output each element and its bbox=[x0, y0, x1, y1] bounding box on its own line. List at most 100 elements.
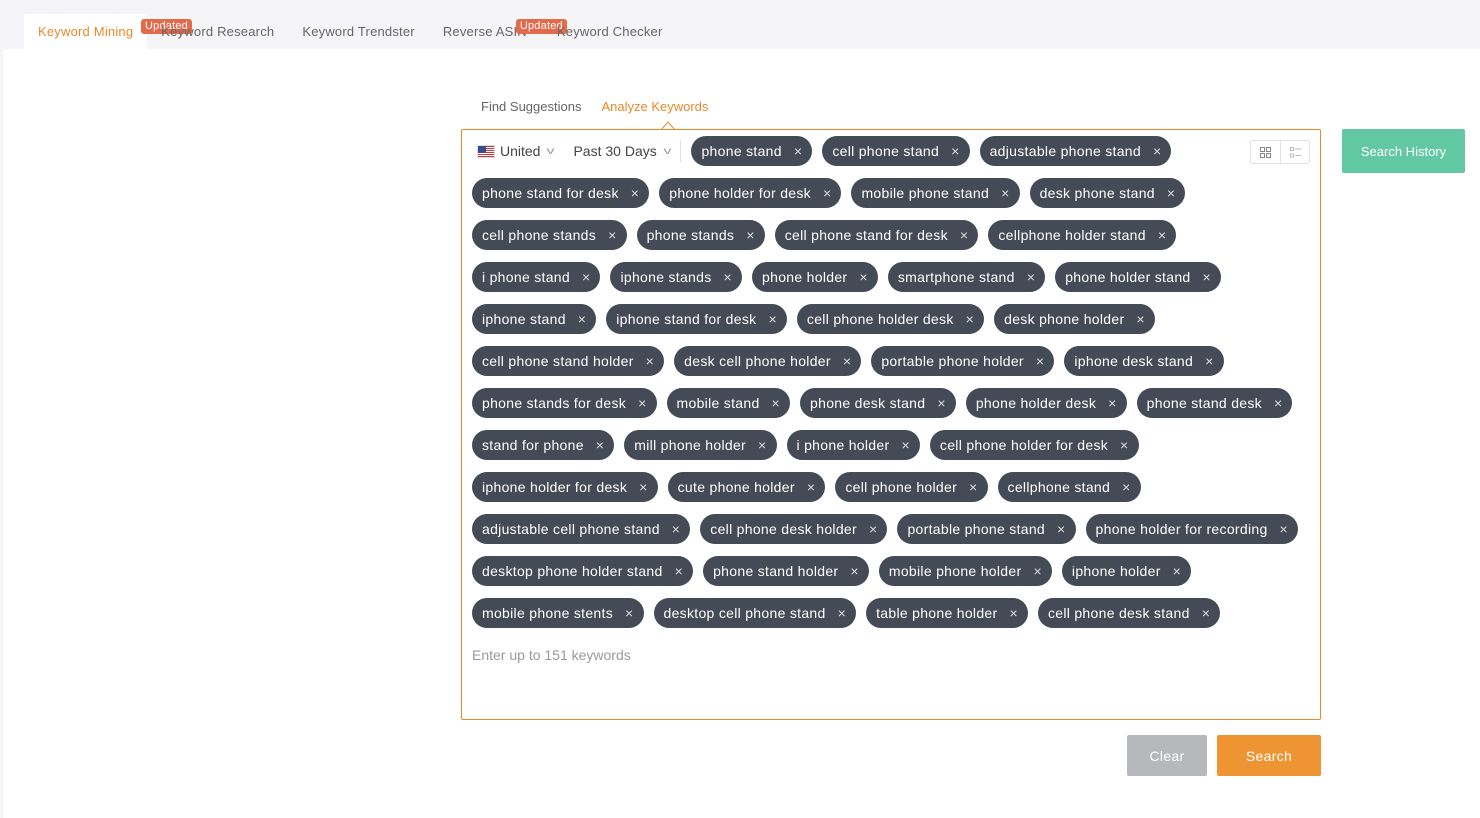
search-button[interactable]: Search bbox=[1217, 735, 1321, 776]
keyword-tag: mobile phone stand × bbox=[851, 178, 1020, 208]
list-view-button[interactable] bbox=[1280, 141, 1309, 163]
grid-view-button[interactable] bbox=[1251, 141, 1280, 163]
remove-tag-icon[interactable]: × bbox=[1009, 605, 1017, 621]
keyword-tag: portable phone holder × bbox=[871, 346, 1055, 376]
remove-tag-icon[interactable]: × bbox=[1205, 353, 1213, 369]
remove-tag-icon[interactable]: × bbox=[794, 143, 802, 159]
keyword-tag-label: desktop cell phone stand bbox=[663, 605, 826, 621]
remove-tag-icon[interactable]: × bbox=[859, 269, 867, 285]
remove-tag-icon[interactable]: × bbox=[1202, 605, 1210, 621]
keyword-tag: phone holder × bbox=[752, 262, 878, 292]
chevron-down-icon: v bbox=[663, 145, 672, 157]
remove-tag-icon[interactable]: × bbox=[638, 395, 646, 411]
remove-tag-icon[interactable]: × bbox=[1274, 395, 1282, 411]
remove-tag-icon[interactable]: × bbox=[582, 269, 590, 285]
list-view-icon bbox=[1289, 146, 1301, 157]
tab-label: Keyword Checker bbox=[556, 24, 663, 39]
remove-tag-icon[interactable]: × bbox=[1033, 563, 1041, 579]
keyword-tag-label: cell phone desk holder bbox=[710, 521, 857, 537]
keyword-tag-label: phone holder desk bbox=[975, 395, 1097, 411]
remove-tag-icon[interactable]: × bbox=[1167, 185, 1175, 201]
keyword-tag: mobile phone stents × bbox=[472, 598, 644, 628]
keyword-tag-label: desk phone holder bbox=[1004, 311, 1125, 327]
subtab-analyze-keywords[interactable]: Analyze Keywords bbox=[601, 99, 708, 114]
tab-label: Keyword Research bbox=[161, 24, 275, 39]
chevron-down-icon: v bbox=[546, 145, 555, 157]
keyword-tag: i phone holder × bbox=[786, 430, 920, 460]
remove-tag-icon[interactable]: × bbox=[646, 353, 654, 369]
remove-tag-icon[interactable]: × bbox=[631, 185, 639, 201]
keyword-tag-label: adjustable cell phone stand bbox=[482, 521, 660, 537]
remove-tag-icon[interactable]: × bbox=[758, 437, 766, 453]
remove-tag-icon[interactable]: × bbox=[1153, 143, 1161, 159]
search-history-button[interactable]: Search History bbox=[1342, 129, 1465, 173]
keyword-tag: stand for phone × bbox=[472, 430, 615, 460]
tab-keyword-research[interactable]: Keyword Research bbox=[147, 14, 288, 49]
remove-tag-icon[interactable]: × bbox=[966, 311, 974, 327]
country-select[interactable]: United v bbox=[472, 136, 555, 166]
remove-tag-icon[interactable]: × bbox=[1158, 227, 1166, 243]
tab-keyword-mining[interactable]: Keyword Mining Updated bbox=[24, 14, 192, 49]
remove-tag-icon[interactable]: × bbox=[639, 479, 647, 495]
remove-tag-icon[interactable]: × bbox=[596, 437, 604, 453]
remove-tag-icon[interactable]: × bbox=[672, 521, 680, 537]
keyword-input[interactable] bbox=[472, 640, 772, 670]
remove-tag-icon[interactable]: × bbox=[724, 269, 732, 285]
remove-tag-icon[interactable]: × bbox=[807, 479, 815, 495]
remove-tag-icon[interactable]: × bbox=[608, 227, 616, 243]
remove-tag-icon[interactable]: × bbox=[951, 143, 959, 159]
remove-tag-icon[interactable]: × bbox=[1203, 269, 1211, 285]
remove-tag-icon[interactable]: × bbox=[578, 311, 586, 327]
remove-tag-icon[interactable]: × bbox=[772, 395, 780, 411]
remove-tag-icon[interactable]: × bbox=[843, 353, 851, 369]
keyword-tag-label: cell phone stand holder bbox=[482, 353, 634, 369]
remove-tag-icon[interactable]: × bbox=[1120, 437, 1128, 453]
remove-tag-icon[interactable]: × bbox=[937, 395, 945, 411]
keyword-tag-label: iphone holder bbox=[1071, 563, 1161, 579]
remove-tag-icon[interactable]: × bbox=[901, 437, 909, 453]
keyword-tag: portable phone stand × bbox=[897, 514, 1076, 544]
remove-tag-icon[interactable]: × bbox=[625, 605, 633, 621]
remove-tag-icon[interactable]: × bbox=[969, 479, 977, 495]
keyword-tag: phone stand holder × bbox=[703, 556, 869, 586]
remove-tag-icon[interactable]: × bbox=[838, 605, 846, 621]
remove-tag-icon[interactable]: × bbox=[1122, 479, 1130, 495]
remove-tag-icon[interactable]: × bbox=[675, 563, 683, 579]
keyword-tag-label: portable phone holder bbox=[881, 353, 1024, 369]
remove-tag-icon[interactable]: × bbox=[746, 227, 754, 243]
remove-tag-icon[interactable]: × bbox=[823, 185, 831, 201]
period-select[interactable]: Past 30 Days v bbox=[573, 136, 672, 166]
keyword-tag: iphone stands × bbox=[610, 262, 743, 292]
keyword-tag-label: mobile phone stand bbox=[861, 185, 990, 201]
remove-tag-icon[interactable]: × bbox=[960, 227, 968, 243]
clear-button[interactable]: Clear bbox=[1127, 735, 1207, 776]
keyword-tag: adjustable cell phone stand × bbox=[472, 514, 691, 544]
remove-tag-icon[interactable]: × bbox=[1108, 395, 1116, 411]
subtab-find-suggestions[interactable]: Find Suggestions bbox=[481, 99, 581, 114]
remove-tag-icon[interactable]: × bbox=[768, 311, 776, 327]
remove-tag-icon[interactable]: × bbox=[1280, 521, 1288, 537]
keyword-tag: phone stand for desk × bbox=[472, 178, 650, 208]
remove-tag-icon[interactable]: × bbox=[1001, 185, 1009, 201]
keyword-tag: cell phone stand × bbox=[822, 136, 970, 166]
remove-tag-icon[interactable]: × bbox=[1027, 269, 1035, 285]
remove-tag-icon[interactable]: × bbox=[1057, 521, 1065, 537]
tab-reverse-asin[interactable]: Reverse ASIN Updated bbox=[429, 14, 567, 49]
remove-tag-icon[interactable]: × bbox=[850, 563, 858, 579]
keyword-tag-label: phone stand for desk bbox=[482, 185, 619, 201]
keyword-input-box[interactable]: United v Past 30 Days v phone stand × cell… bbox=[461, 129, 1321, 720]
tab-keyword-trendster[interactable]: Keyword Trendster bbox=[288, 14, 429, 49]
remove-tag-icon[interactable]: × bbox=[1173, 563, 1181, 579]
keyword-tag-label: iphone stand bbox=[482, 311, 566, 327]
keyword-tag: desktop phone holder stand × bbox=[472, 556, 694, 586]
keyword-tag: cell phone stand holder × bbox=[472, 346, 665, 376]
remove-tag-icon[interactable]: × bbox=[1136, 311, 1144, 327]
keyword-tag-label: phone stand holder bbox=[713, 563, 839, 579]
remove-tag-icon[interactable]: × bbox=[1036, 353, 1044, 369]
remove-tag-icon[interactable]: × bbox=[869, 521, 877, 537]
tab-keyword-checker[interactable]: Keyword Checker bbox=[557, 14, 677, 49]
keyword-tag-label: phone holder stand bbox=[1065, 269, 1191, 285]
keyword-tag: phone stand desk × bbox=[1136, 388, 1293, 418]
keyword-tag-label: phone stands for desk bbox=[482, 395, 627, 411]
keyword-tag-label: phone stands bbox=[646, 227, 735, 243]
